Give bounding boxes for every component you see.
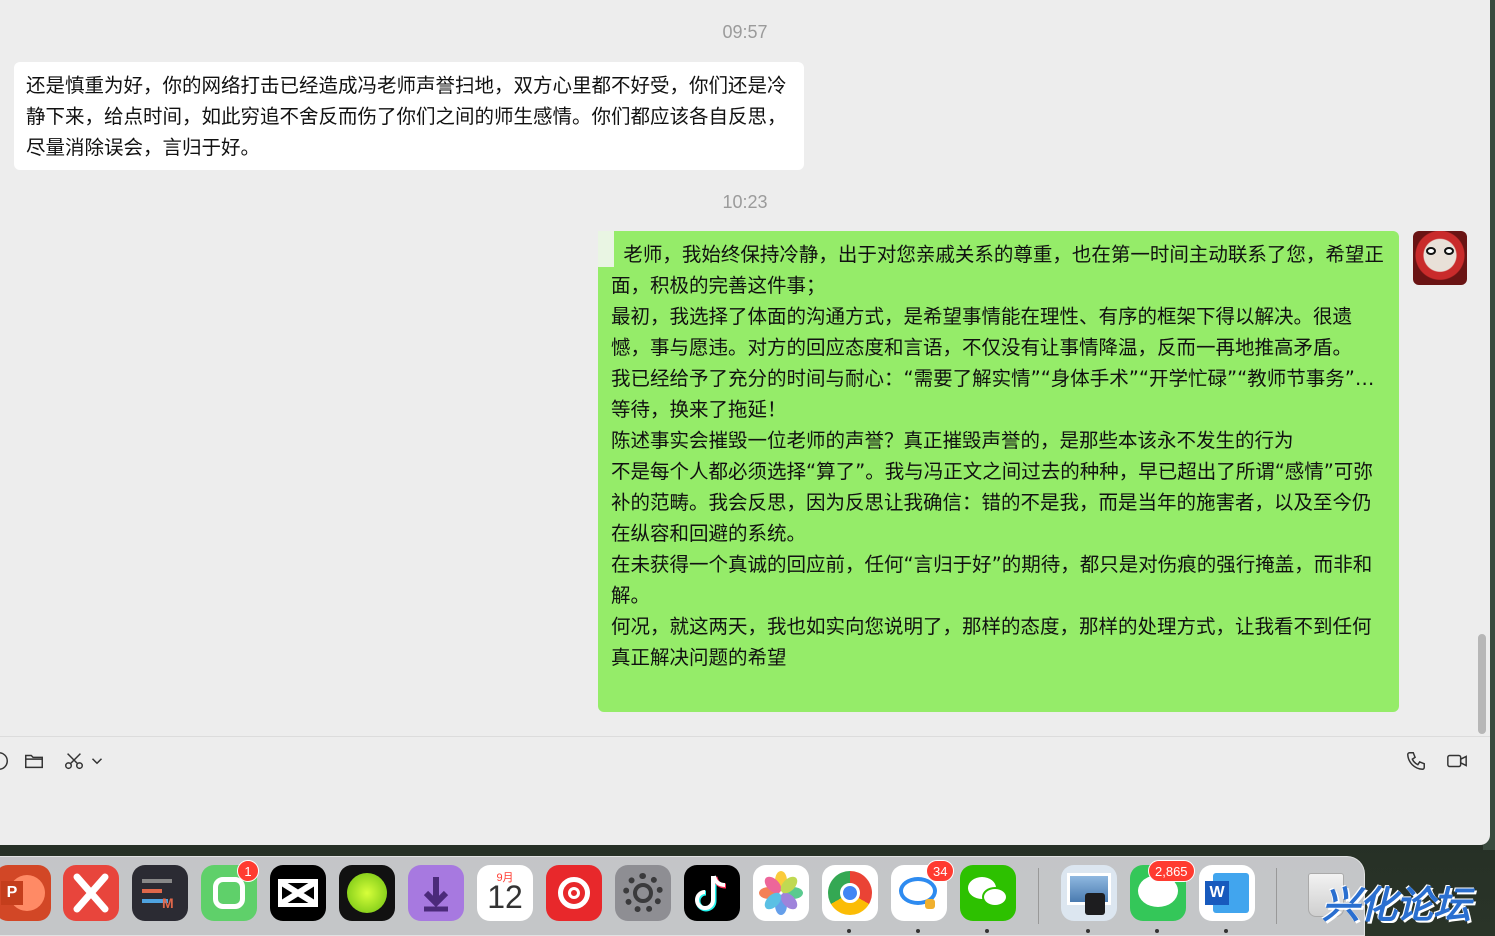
running-indicator xyxy=(1086,929,1090,933)
settings-icon[interactable] xyxy=(615,865,671,921)
word-icon[interactable]: W xyxy=(1199,865,1255,921)
folder-icon[interactable] xyxy=(21,749,47,773)
chrome-icon[interactable] xyxy=(822,865,878,921)
message-line: 我已经给予了充分的时间与耐心：“需要了解实情”“身体手术”“开学忙碌”“教师节事… xyxy=(611,367,1375,421)
phone-icon[interactable] xyxy=(1403,749,1429,773)
avatar[interactable] xyxy=(1413,231,1467,285)
message-text: 还是慎重为好，你的网络打击已经造成冯老师声誉扫地，双方心里都不好受，你们还是冷静… xyxy=(26,74,787,159)
text-selection-marker xyxy=(598,231,614,267)
running-indicator xyxy=(1155,929,1159,933)
incoming-message-bubble[interactable]: 还是慎重为好，你的网络打击已经造成冯老师声誉扫地，双方心里都不好受，你们还是冷静… xyxy=(14,62,804,170)
scrollbar[interactable] xyxy=(1478,634,1486,734)
emoji-icon[interactable] xyxy=(0,749,12,773)
timestamp: 09:57 xyxy=(722,22,768,42)
calendar-icon[interactable]: 9月 12 xyxy=(477,865,533,921)
scissors-icon[interactable] xyxy=(61,749,87,773)
editor-icon[interactable]: M xyxy=(132,865,188,921)
message-line: 陈述事实会摧毁一位老师的声誉？真正摧毁声誉的，是那些本该永不发生的行为 xyxy=(611,429,1294,452)
capcut-icon[interactable] xyxy=(270,865,326,921)
message-line: 老师，我始终保持冷静，出于对您亲戚关系的尊重，也在第一时间主动联系了您，希望正面… xyxy=(611,243,1384,297)
running-indicator xyxy=(847,929,851,933)
xmind-icon[interactable] xyxy=(63,865,119,921)
chevron-down-icon[interactable] xyxy=(88,749,106,773)
message-line: 最初，我选择了体面的沟通方式，是希望事情能在理性、有序的框架下得以解决。很遗憾，… xyxy=(611,305,1353,359)
message-line: 不是每个人都必须选择“算了”。我与冯正文之间过去的种种，早已超出了所谓“感情”可… xyxy=(611,460,1373,545)
photos-icon[interactable] xyxy=(753,865,809,921)
wechat-icon[interactable] xyxy=(960,865,1016,921)
preview-icon[interactable] xyxy=(1061,865,1117,921)
music-icon[interactable] xyxy=(546,865,602,921)
running-indicator xyxy=(1224,929,1228,933)
notification-badge: 1 xyxy=(237,860,259,882)
chat-window: 09:57 还是慎重为好，你的网络打击已经造成冯老师声誉扫地，双方心里都不好受，… xyxy=(0,0,1490,845)
download-icon[interactable] xyxy=(408,865,464,921)
message-line: 何况，就这两天，我也如实向您说明了，那样的态度，那样的处理方式，让我看不到任何真… xyxy=(611,615,1372,669)
watermark-logo: 兴化论坛 xyxy=(1322,883,1471,927)
input-toolbar xyxy=(0,737,1490,785)
outgoing-message-bubble[interactable]: 老师，我始终保持冷静，出于对您亲戚关系的尊重，也在第一时间主动联系了您，希望正面… xyxy=(598,231,1399,712)
greendot-icon[interactable] xyxy=(339,865,395,921)
notification-badge: 34 xyxy=(926,860,955,882)
message-list[interactable]: 09:57 还是慎重为好，你的网络打击已经造成冯老师声誉扫地，双方心里都不好受，… xyxy=(0,0,1490,736)
dock-separator xyxy=(1276,868,1277,924)
calendar-day: 12 xyxy=(487,879,523,915)
timestamp: 10:23 xyxy=(722,192,768,212)
video-icon[interactable] xyxy=(1444,749,1470,773)
running-indicator xyxy=(916,929,920,933)
running-indicator xyxy=(985,929,989,933)
notification-badge: 2,865 xyxy=(1148,860,1195,882)
dock-separator xyxy=(1038,868,1039,924)
message-line: 在未获得一个真诚的回应前，任何“言归于好”的期待，都只是对伤痕的强行掩盖，而非和… xyxy=(611,553,1373,607)
powerpoint-icon[interactable]: P xyxy=(0,865,51,921)
tiktok-icon[interactable] xyxy=(684,865,740,921)
